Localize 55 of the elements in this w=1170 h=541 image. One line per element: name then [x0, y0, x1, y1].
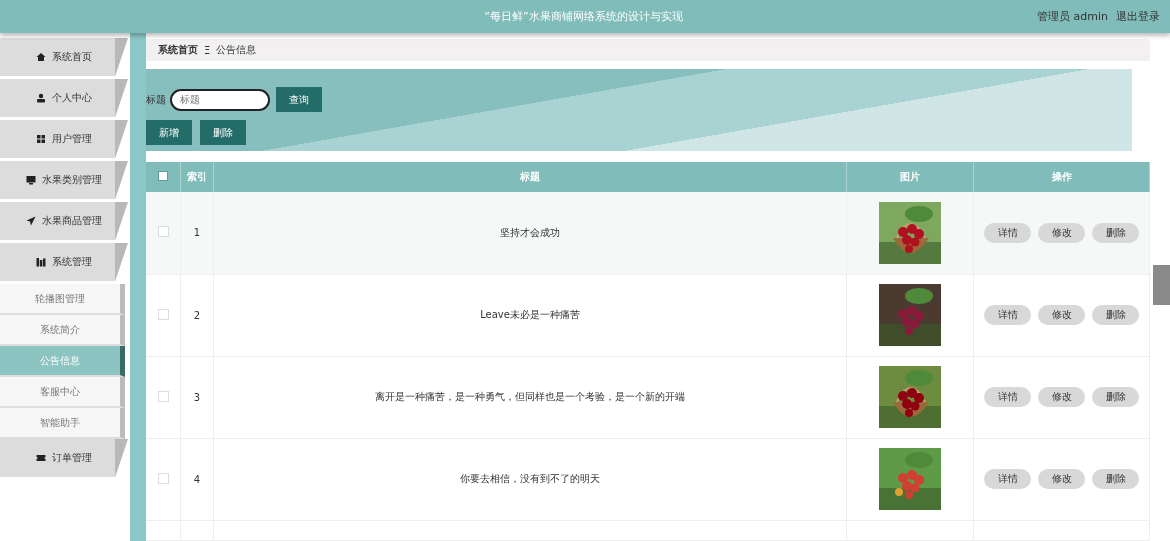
table-cell: 1	[180, 192, 214, 274]
row-checkbox[interactable]	[157, 472, 169, 484]
edit-button[interactable]: 修改	[1038, 469, 1085, 489]
menu-item[interactable]: 系统首页	[0, 38, 128, 76]
detail-button[interactable]: 详情	[984, 222, 1031, 243]
edit-button[interactable]: 修改	[1038, 305, 1085, 325]
row-checkbox[interactable]	[157, 226, 169, 238]
table-cell: 离开是一种痛苦，是一种勇气，但同样也是一个考验，是一个新的开端	[213, 356, 847, 438]
table-cell: 4	[180, 438, 214, 520]
logout-link[interactable]: 退出登录	[1116, 9, 1160, 24]
app-title: “每日鲜”水果商铺网络系统的设计与实现	[483, 9, 684, 24]
delete-button[interactable]: 删除	[200, 120, 246, 145]
delete-button[interactable]: 删除	[1092, 222, 1139, 243]
submenu-item[interactable]: 系统简介	[0, 315, 125, 346]
submenu-item[interactable]: 轮播图管理	[0, 284, 125, 315]
monitor-icon	[26, 175, 36, 185]
add-button[interactable]: 新增	[146, 120, 192, 145]
breadcrumb-item[interactable]: 系统首页	[158, 43, 198, 57]
select-all-checkbox[interactable]	[158, 171, 168, 181]
menu-item[interactable]: 个人中心	[0, 79, 128, 117]
breadcrumb-item: Ξ	[204, 44, 211, 56]
edit-button[interactable]: 修改	[1038, 387, 1085, 407]
edit-button[interactable]: 修改	[1038, 222, 1085, 243]
delete-button[interactable]: 删除	[1092, 305, 1139, 325]
side-tab[interactable]	[1153, 265, 1170, 305]
user-label: 管理员 admin	[1037, 9, 1108, 24]
chart-icon	[36, 257, 46, 267]
row-checkbox[interactable]	[157, 390, 169, 402]
table-cell: 你要去相信，没有到不了的明天	[213, 438, 847, 520]
search-label: 标题	[146, 92, 166, 107]
submenu-item[interactable]: 客服中心	[0, 377, 125, 408]
grid-icon	[36, 134, 46, 144]
ticket-icon	[36, 453, 46, 463]
home-icon	[36, 52, 46, 62]
delete-button[interactable]: 删除	[1092, 387, 1139, 407]
delete-button[interactable]: 删除	[1092, 469, 1139, 489]
detail-button[interactable]: 详情	[984, 387, 1031, 407]
table-cell: 坚持才会成功	[213, 192, 847, 274]
table-cell: 3	[180, 356, 214, 438]
row-checkbox[interactable]	[157, 308, 169, 320]
table-cell: 2	[180, 274, 214, 356]
menu-item[interactable]: 水果商品管理	[0, 202, 128, 240]
menu-item[interactable]: 订单管理	[0, 439, 128, 477]
search-button[interactable]: 查询	[276, 87, 322, 112]
submenu-item[interactable]: 智能助手	[0, 408, 125, 439]
plane-icon	[26, 216, 36, 226]
detail-button[interactable]: 详情	[984, 469, 1031, 489]
menu-item[interactable]: 用户管理	[0, 120, 128, 158]
search-field[interactable]: 标题	[170, 88, 270, 111]
breadcrumb-item[interactable]: 公告信息	[216, 43, 257, 57]
table-cell: Leave未必是一种痛苦	[213, 274, 847, 356]
menu-item[interactable]: 系统管理	[0, 243, 128, 281]
menu-item[interactable]: 水果类别管理	[0, 161, 128, 199]
detail-button[interactable]: 详情	[984, 305, 1031, 325]
person-icon	[36, 93, 46, 103]
